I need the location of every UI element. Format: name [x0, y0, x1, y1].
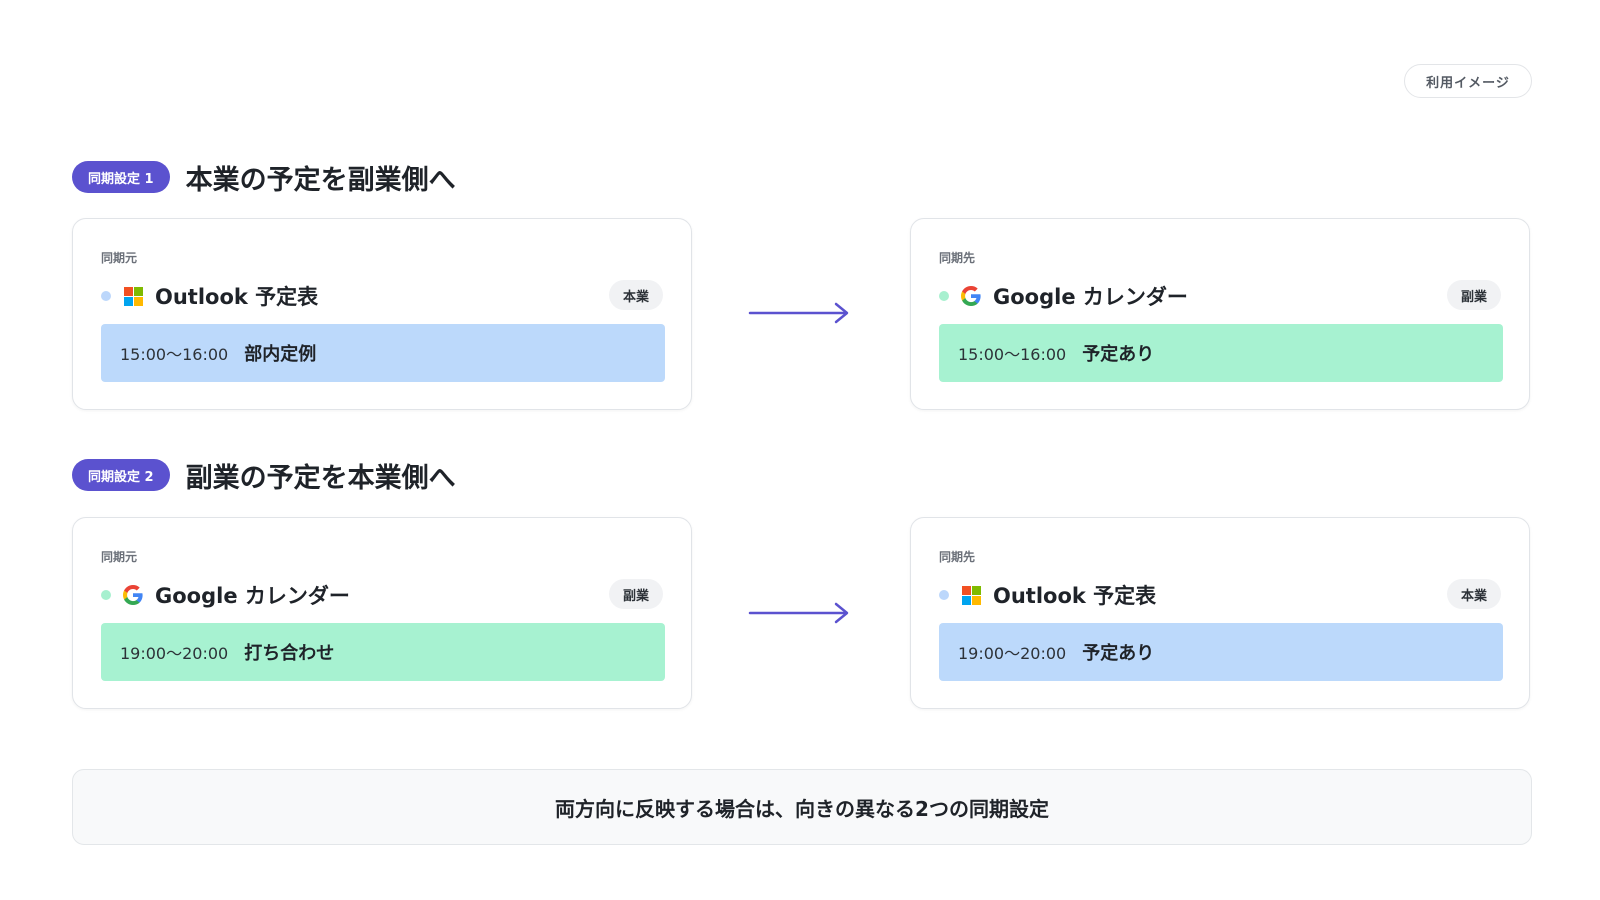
microsoft-icon — [123, 286, 143, 306]
event-title: 打ち合わせ — [244, 643, 335, 664]
calendar-row: Outlook 予定表 — [101, 281, 318, 311]
microsoft-icon — [961, 585, 981, 605]
sync-target-card: 同期先 Google カレンダー 副業 15:00〜16:00 予定あり — [910, 218, 1530, 410]
google-icon — [961, 286, 981, 306]
calendar-event: 19:00〜20:00 打ち合わせ — [101, 623, 665, 681]
event-time: 19:00〜20:00 — [958, 644, 1067, 663]
role-badge: 副業 — [1446, 280, 1501, 310]
calendar-row: Google カレンダー — [101, 580, 350, 610]
calendar-name: Outlook 予定表 — [155, 285, 319, 309]
card-label: 同期先 — [939, 251, 976, 265]
calendar-event: 19:00〜20:00 予定あり — [939, 623, 1503, 681]
event-title: 予定あり — [1082, 643, 1155, 664]
calendar-name: Google カレンダー — [155, 584, 350, 608]
section-title: 副業の予定を本業側へ — [185, 462, 456, 494]
sync-target-card: 同期先 Outlook 予定表 本業 19:00〜20:00 予定あり — [910, 517, 1530, 709]
role-badge: 副業 — [608, 579, 663, 609]
event-title: 部内定例 — [244, 344, 317, 365]
sync-arrow-icon — [748, 602, 849, 624]
sync-source-card: 同期元 Outlook 予定表 本業 15:00〜16:00 部内定例 — [72, 218, 692, 410]
calendar-name: Google カレンダー — [993, 285, 1188, 309]
role-badge: 本業 — [1446, 579, 1501, 609]
calendar-row: Google カレンダー — [939, 281, 1188, 311]
sync-source-card: 同期元 Google カレンダー 副業 19:00〜20:00 打ち合わせ — [72, 517, 692, 709]
status-dot — [939, 291, 949, 301]
sync-setting-pill: 同期設定 1 — [72, 161, 170, 193]
event-title: 予定あり — [1082, 344, 1155, 365]
calendar-name: Outlook 予定表 — [993, 584, 1157, 608]
calendar-event: 15:00〜16:00 予定あり — [939, 324, 1503, 382]
calendar-event: 15:00〜16:00 部内定例 — [101, 324, 665, 382]
status-dot — [101, 590, 111, 600]
status-dot — [101, 291, 111, 301]
google-icon — [123, 585, 143, 605]
card-label: 同期元 — [101, 550, 138, 564]
card-label: 同期元 — [101, 251, 138, 265]
role-badge: 本業 — [608, 280, 663, 310]
sync-setting-pill: 同期設定 2 — [72, 459, 170, 491]
calendar-row: Outlook 予定表 — [939, 580, 1156, 610]
section-title: 本業の予定を副業側へ — [185, 164, 456, 196]
card-label: 同期先 — [939, 550, 976, 564]
section-1-header: 同期設定 1 本業の予定を副業側へ — [72, 160, 456, 196]
event-time: 15:00〜16:00 — [958, 345, 1067, 364]
status-dot — [939, 590, 949, 600]
sync-arrow-icon — [748, 302, 849, 324]
summary-note: 両方向に反映する場合は、向きの異なる2つの同期設定 — [72, 769, 1532, 845]
event-time: 19:00〜20:00 — [120, 644, 229, 663]
section-2-header: 同期設定 2 副業の予定を本業側へ — [72, 458, 456, 494]
event-time: 15:00〜16:00 — [120, 345, 229, 364]
usage-image-tag: 利用イメージ — [1404, 64, 1532, 98]
